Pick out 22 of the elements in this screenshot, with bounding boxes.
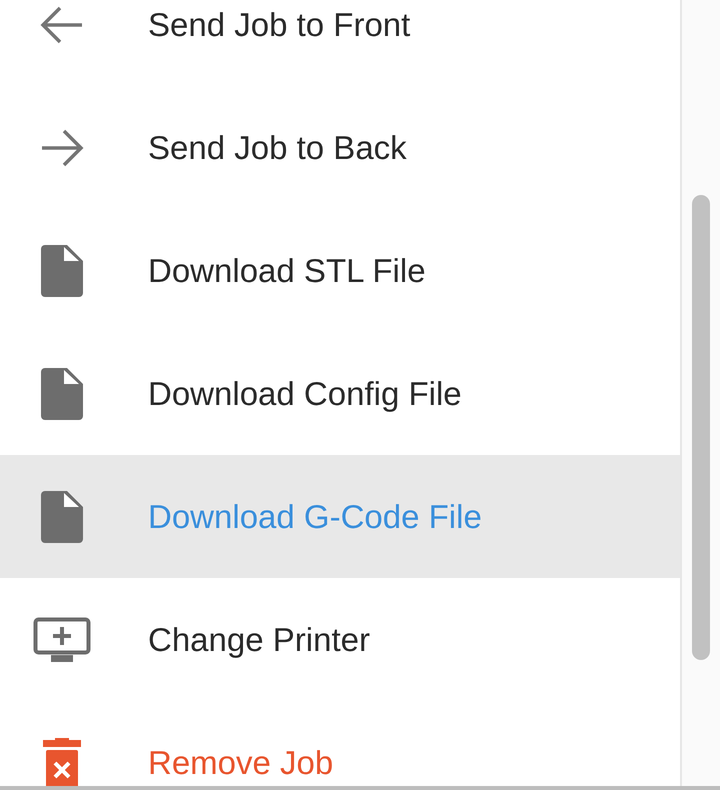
menu-item-label: Download STL File bbox=[148, 252, 426, 290]
scrollbar-thumb[interactable] bbox=[692, 195, 710, 660]
menu-item-label: Send Job to Front bbox=[148, 6, 410, 44]
file-icon bbox=[41, 490, 83, 542]
menu-item[interactable]: Send Job to Front bbox=[0, 0, 680, 86]
arrow-right-icon bbox=[40, 128, 84, 168]
menu-item[interactable]: Remove Job bbox=[0, 701, 680, 786]
file-icon bbox=[41, 244, 83, 296]
menu-item-label: Download Config File bbox=[148, 374, 462, 412]
menu-item[interactable]: Download Config File bbox=[0, 332, 680, 455]
trash-icon bbox=[42, 738, 82, 786]
menu-item-label: Change Printer bbox=[148, 620, 370, 658]
file-icon bbox=[41, 368, 83, 420]
menu-item-label: Send Job to Back bbox=[148, 128, 407, 166]
menu-item[interactable]: Send Job to Back bbox=[0, 86, 680, 209]
monitor-plus-icon bbox=[33, 616, 91, 662]
menu-item[interactable]: Change Printer bbox=[0, 578, 680, 701]
menu-item[interactable]: Download STL File bbox=[0, 209, 680, 332]
menu-item-label: Download G-Code File bbox=[148, 498, 482, 536]
scrollbar[interactable] bbox=[682, 0, 720, 786]
arrow-left-icon bbox=[40, 4, 84, 44]
menu-item-label: Remove Job bbox=[148, 744, 334, 782]
